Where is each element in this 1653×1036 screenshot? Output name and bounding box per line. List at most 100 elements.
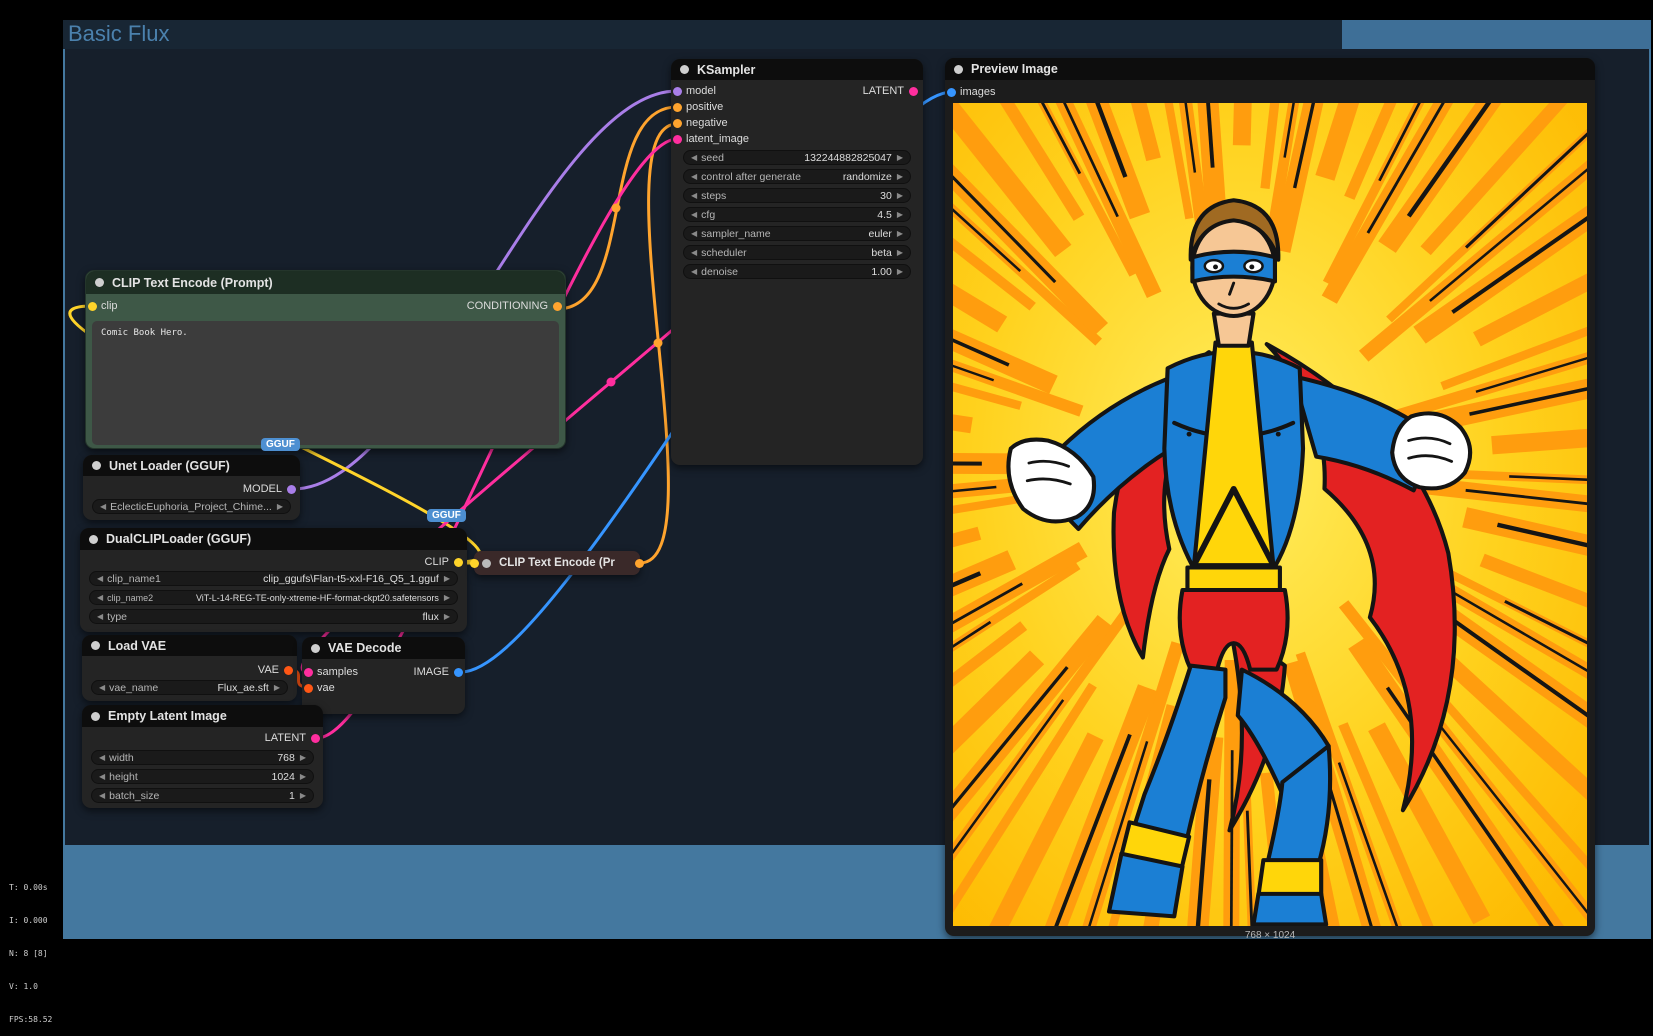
widget-type[interactable]: ◀type flux▶ <box>89 609 458 624</box>
preview-image-dimensions: 768 × 1024 <box>945 930 1595 941</box>
increment-arrow-icon[interactable]: ▶ <box>897 229 903 238</box>
decrement-arrow-icon[interactable]: ◀ <box>100 502 106 511</box>
node-status-dot-icon <box>91 641 100 650</box>
input-dot-positive[interactable] <box>673 103 682 112</box>
node-title: CLIP Text Encode (Pr <box>499 557 615 569</box>
increment-arrow-icon[interactable]: ▶ <box>897 248 903 257</box>
widget-height[interactable]: ◀height 1024▶ <box>91 769 314 784</box>
output-dot-latent[interactable] <box>909 87 918 96</box>
input-dot-latent-image[interactable] <box>673 135 682 144</box>
comic-hero-illustration <box>953 103 1587 926</box>
input-dot-samples[interactable] <box>304 668 313 677</box>
widget-steps[interactable]: ◀steps 30▶ <box>683 188 911 203</box>
output-dot-conditioning[interactable] <box>635 559 644 568</box>
node-status-dot-icon <box>680 65 689 74</box>
decrement-arrow-icon[interactable]: ◀ <box>97 593 103 602</box>
input-label-clip: clip <box>101 300 118 312</box>
output-dot-image[interactable] <box>454 668 463 677</box>
stats-line: FPS:58.52 <box>9 1014 52 1025</box>
node-vae-decode-header[interactable]: VAE Decode <box>302 637 465 659</box>
titlebar[interactable]: Basic Flux <box>63 20 1342 49</box>
increment-arrow-icon[interactable]: ▶ <box>897 210 903 219</box>
input-label-images: images <box>960 86 995 98</box>
decrement-arrow-icon[interactable]: ◀ <box>691 229 697 238</box>
increment-arrow-icon[interactable]: ▶ <box>444 612 450 621</box>
node-status-dot-icon <box>954 65 963 74</box>
decrement-arrow-icon[interactable]: ◀ <box>691 172 697 181</box>
node-ksampler[interactable]: KSampler model positive negative latent_… <box>671 59 923 465</box>
widget-scheduler[interactable]: ◀scheduler beta▶ <box>683 245 911 260</box>
increment-arrow-icon[interactable]: ▶ <box>300 753 306 762</box>
prompt-textarea[interactable]: Comic Book Hero. <box>92 321 559 445</box>
widget-cfg[interactable]: ◀cfg 4.5▶ <box>683 207 911 222</box>
widget-sampler-name[interactable]: ◀sampler_name euler▶ <box>683 226 911 241</box>
preview-image-output[interactable] <box>953 103 1587 926</box>
increment-arrow-icon[interactable]: ▶ <box>897 153 903 162</box>
node-load-vae-header[interactable]: Load VAE <box>82 635 297 656</box>
node-preview-header[interactable]: Preview Image <box>945 58 1595 80</box>
widget-width[interactable]: ◀width 768▶ <box>91 750 314 765</box>
increment-arrow-icon[interactable]: ▶ <box>300 772 306 781</box>
widget-clip-name1[interactable]: ◀clip_name1 clip_ggufs\Flan-t5-xxl-F16_Q… <box>89 571 458 586</box>
decrement-arrow-icon[interactable]: ◀ <box>97 574 103 583</box>
widget-clip-name2[interactable]: ◀clip_name2 ViT-L-14-REG-TE-only-xtreme-… <box>89 590 458 605</box>
increment-arrow-icon[interactable]: ▶ <box>300 791 306 800</box>
node-dualclip-header[interactable]: DualCLIPLoader (GGUF) <box>80 528 467 550</box>
output-dot-latent[interactable] <box>311 734 320 743</box>
increment-arrow-icon[interactable]: ▶ <box>444 574 450 583</box>
widget-vae-name[interactable]: ◀vae_name Flux_ae.sft▶ <box>91 680 288 695</box>
input-dot-model[interactable] <box>673 87 682 96</box>
node-vae-decode[interactable]: VAE Decode samples vae IMAGE <box>302 637 465 714</box>
input-label-positive: positive <box>686 101 723 113</box>
widget-control-after-generate[interactable]: ◀control after generate randomize▶ <box>683 169 911 184</box>
node-clip-text-encode-prompt[interactable]: CLIP Text Encode (Prompt) clip CONDITION… <box>85 270 566 449</box>
decrement-arrow-icon[interactable]: ◀ <box>99 753 105 762</box>
output-label-latent: LATENT <box>863 85 904 97</box>
node-clip-prompt-header[interactable]: CLIP Text Encode (Prompt) <box>86 271 565 294</box>
node-clip-text-encode-negative-collapsed[interactable]: CLIP Text Encode (Pr <box>474 551 640 575</box>
widget-batch-size[interactable]: ◀batch_size 1▶ <box>91 788 314 803</box>
decrement-arrow-icon[interactable]: ◀ <box>691 153 697 162</box>
output-dot-vae[interactable] <box>284 666 293 675</box>
stats-line: I: 0.000 <box>9 915 52 926</box>
node-title: Unet Loader (GGUF) <box>109 459 230 473</box>
output-label-conditioning: CONDITIONING <box>467 300 548 312</box>
widget-seed[interactable]: ◀seed 132244882825047▶ <box>683 150 911 165</box>
node-empty-latent-image[interactable]: Empty Latent Image LATENT ◀width 768▶ ◀h… <box>82 705 323 808</box>
output-dot-model[interactable] <box>287 485 296 494</box>
increment-arrow-icon[interactable]: ▶ <box>897 267 903 276</box>
increment-arrow-icon[interactable]: ▶ <box>897 191 903 200</box>
node-dualcliploader-gguf[interactable]: DualCLIPLoader (GGUF) CLIP ◀clip_name1 c… <box>80 528 467 632</box>
node-title: Empty Latent Image <box>108 709 227 723</box>
titlebar-tab[interactable] <box>1342 20 1651 49</box>
input-dot-negative[interactable] <box>673 119 682 128</box>
increment-arrow-icon[interactable]: ▶ <box>897 172 903 181</box>
output-dot-clip[interactable] <box>454 558 463 567</box>
decrement-arrow-icon[interactable]: ◀ <box>99 683 105 692</box>
decrement-arrow-icon[interactable]: ◀ <box>691 248 697 257</box>
node-collapse-dot-icon[interactable] <box>482 559 491 568</box>
widget-denoise[interactable]: ◀denoise 1.00▶ <box>683 264 911 279</box>
node-preview-image[interactable]: Preview Image images <box>945 58 1595 936</box>
node-load-vae[interactable]: Load VAE VAE ◀vae_name Flux_ae.sft▶ <box>82 635 297 701</box>
node-empty-latent-header[interactable]: Empty Latent Image <box>82 705 323 727</box>
input-dot-clip[interactable] <box>470 559 479 568</box>
decrement-arrow-icon[interactable]: ◀ <box>691 210 697 219</box>
decrement-arrow-icon[interactable]: ◀ <box>97 612 103 621</box>
increment-arrow-icon[interactable]: ▶ <box>277 502 283 511</box>
input-dot-vae[interactable] <box>304 684 313 693</box>
node-unet-loader-gguf[interactable]: Unet Loader (GGUF) MODEL ◀EclecticEuphor… <box>83 455 300 520</box>
output-dot-conditioning[interactable] <box>553 302 562 311</box>
node-ksampler-header[interactable]: KSampler <box>671 59 923 80</box>
input-dot-clip[interactable] <box>88 302 97 311</box>
increment-arrow-icon[interactable]: ▶ <box>274 683 280 692</box>
decrement-arrow-icon[interactable]: ◀ <box>691 191 697 200</box>
decrement-arrow-icon[interactable]: ◀ <box>691 267 697 276</box>
input-label-samples: samples <box>317 666 358 678</box>
increment-arrow-icon[interactable]: ▶ <box>444 593 450 602</box>
input-dot-images[interactable] <box>947 88 956 97</box>
node-unet-header[interactable]: Unet Loader (GGUF) <box>83 455 300 476</box>
decrement-arrow-icon[interactable]: ◀ <box>99 791 105 800</box>
decrement-arrow-icon[interactable]: ◀ <box>99 772 105 781</box>
widget-unet-name[interactable]: ◀EclecticEuphoria_Project_Chime... ▶ <box>92 499 291 514</box>
